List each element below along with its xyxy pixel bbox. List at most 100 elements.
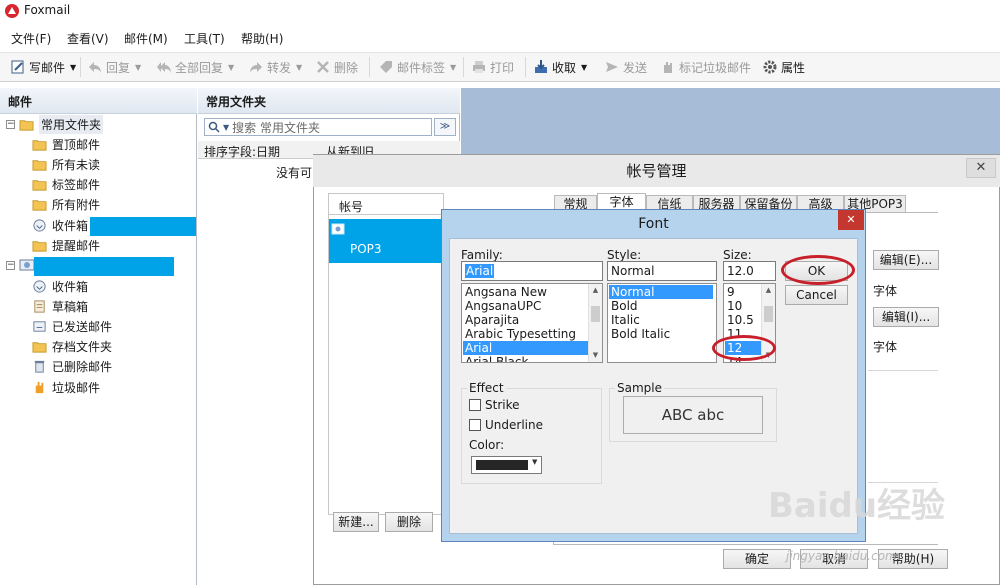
forward-button[interactable]: 转发 ▼ [248,58,302,76]
baidu-watermark: Baidu经验 [768,486,946,526]
compose-icon [11,60,24,74]
family-label: Family: [461,248,503,262]
reply-icon [89,62,101,73]
reply-all-label: 全部回复 [175,60,224,75]
style-option[interactable]: Italic [609,313,713,327]
family-option[interactable]: Arabic Typesetting [463,327,588,341]
strike-checkbox[interactable] [469,399,481,411]
redacted-mask [90,217,196,236]
folder-item[interactable]: 草稿箱 [32,296,88,316]
scroll-down-icon[interactable]: ▼ [589,349,602,362]
print-button[interactable]: 打印 [471,58,514,76]
folder-item[interactable]: 置顶邮件 [32,134,100,154]
folder-item[interactable]: 已发送邮件 [32,316,112,336]
folder-item[interactable]: 收件箱 [32,215,88,235]
collapse-toggle-icon[interactable]: − [6,261,15,270]
delete-label: 删除 [334,60,359,75]
empty-list-text: 没有可 [276,166,313,180]
printer-icon [473,61,485,73]
forward-label: 转发 [267,60,292,75]
properties-label: 属性 [781,60,806,75]
folder-pane-header: 邮件 [0,88,197,114]
family-option[interactable]: Aparajita [463,313,588,327]
toolbar-divider [525,57,526,77]
reply-button[interactable]: 回复 ▼ [87,58,141,76]
folder-label: 提醒邮件 [52,238,101,253]
search-input[interactable]: ▼ 搜索 常用文件夹 [204,118,432,136]
expand-icon[interactable]: ≫ [434,118,456,136]
redacted-mask [34,257,174,276]
folder-item[interactable]: 垃圾邮件 [32,377,100,397]
reply-all-icon [157,62,171,73]
compose-button[interactable]: 写邮件 ▼ [10,58,76,76]
menu-help[interactable]: 帮助(H) [241,30,283,47]
edit-font-button[interactable]: 编辑(E)... [873,250,939,270]
account-icon [19,259,35,271]
mark-junk-button[interactable]: 标记垃圾邮件 [660,58,751,76]
collapse-toggle-icon[interactable]: − [6,120,15,129]
account-type-label: POP3 [350,242,382,256]
family-input[interactable]: Arial [461,261,603,281]
style-list[interactable]: Normal Bold Italic Bold Italic [607,283,717,363]
menu-tools[interactable]: 工具(T) [184,30,225,47]
compose-label: 写邮件 [29,60,66,75]
toolbar-divider [80,57,81,77]
folder-group-common[interactable]: 常用文件夹 [19,114,104,134]
size-option[interactable]: 9 [725,285,761,299]
account-manager-title: 帐号管理 [313,155,1000,187]
new-account-button[interactable]: 新建... [333,512,379,532]
properties-button[interactable]: 属性 [762,58,805,76]
font-cancel-button[interactable]: Cancel [785,285,848,305]
toolbar-divider [369,57,370,77]
family-option[interactable]: Angsana New [463,285,588,299]
send-button[interactable]: 发送 [604,58,647,76]
folder-icon [32,341,47,353]
chevron-down-icon: ▼ [581,62,588,72]
scrollbar-thumb[interactable] [764,306,773,322]
close-icon[interactable]: ✕ [838,210,864,230]
folder-label: 已发送邮件 [52,319,113,334]
receive-label: 收取 [552,60,577,75]
folder-item[interactable]: 所有未读 [32,154,100,174]
family-option-selected[interactable]: Arial [463,341,588,355]
reply-all-button[interactable]: 全部回复 ▼ [156,58,234,76]
close-icon[interactable]: ✕ [966,158,996,178]
scroll-up-icon[interactable]: ▲ [762,284,775,297]
style-option-selected[interactable]: Normal [609,285,713,299]
style-input[interactable]: Normal [607,261,717,281]
scroll-up-icon[interactable]: ▲ [589,284,602,297]
folder-item[interactable]: 标签邮件 [32,174,100,194]
underline-checkbox[interactable] [469,419,481,431]
size-option[interactable]: 10 [725,299,761,313]
size-option[interactable]: 10.5 [725,313,761,327]
edit-font-button[interactable]: 编辑(I)... [873,307,939,327]
style-option[interactable]: Bold Italic [609,327,713,341]
folder-item[interactable]: 已删除邮件 [32,356,112,376]
folder-item[interactable]: 存档文件夹 [32,336,112,356]
size-input[interactable]: 12.0 [723,261,776,281]
ok-button[interactable]: 确定 [723,549,791,569]
family-option[interactable]: Arial Black [463,355,588,362]
folder-item[interactable]: 所有附件 [32,194,100,214]
send-icon [606,62,618,72]
delete-button[interactable]: 删除 [315,58,358,76]
trash-icon [34,360,45,373]
folder-item[interactable]: 收件箱 [32,276,88,296]
menu-view[interactable]: 查看(V) [67,30,109,47]
family-option[interactable]: AngsanaUPC [463,299,588,313]
folder-icon [32,179,47,191]
scrollbar[interactable]: ▲ ▼ [588,284,602,362]
draft-icon [34,299,45,313]
mail-tag-button[interactable]: 邮件标签 ▼ [378,58,456,76]
sort-field[interactable]: 排序字段:日期 [204,143,280,160]
scrollbar-thumb[interactable] [591,306,600,322]
menu-mail[interactable]: 邮件(M) [124,30,168,47]
delete-account-button[interactable]: 删除 [385,512,433,532]
message-list-header: 常用文件夹 [198,88,460,114]
style-option[interactable]: Bold [609,299,713,313]
receive-button[interactable]: 收取 ▼ [533,58,587,76]
folder-item[interactable]: 提醒邮件 [32,235,100,255]
family-list[interactable]: Angsana New AngsanaUPC Aparajita Arabic … [461,283,603,363]
menu-file[interactable]: 文件(F) [11,30,51,47]
account-list-item[interactable] [329,219,443,263]
